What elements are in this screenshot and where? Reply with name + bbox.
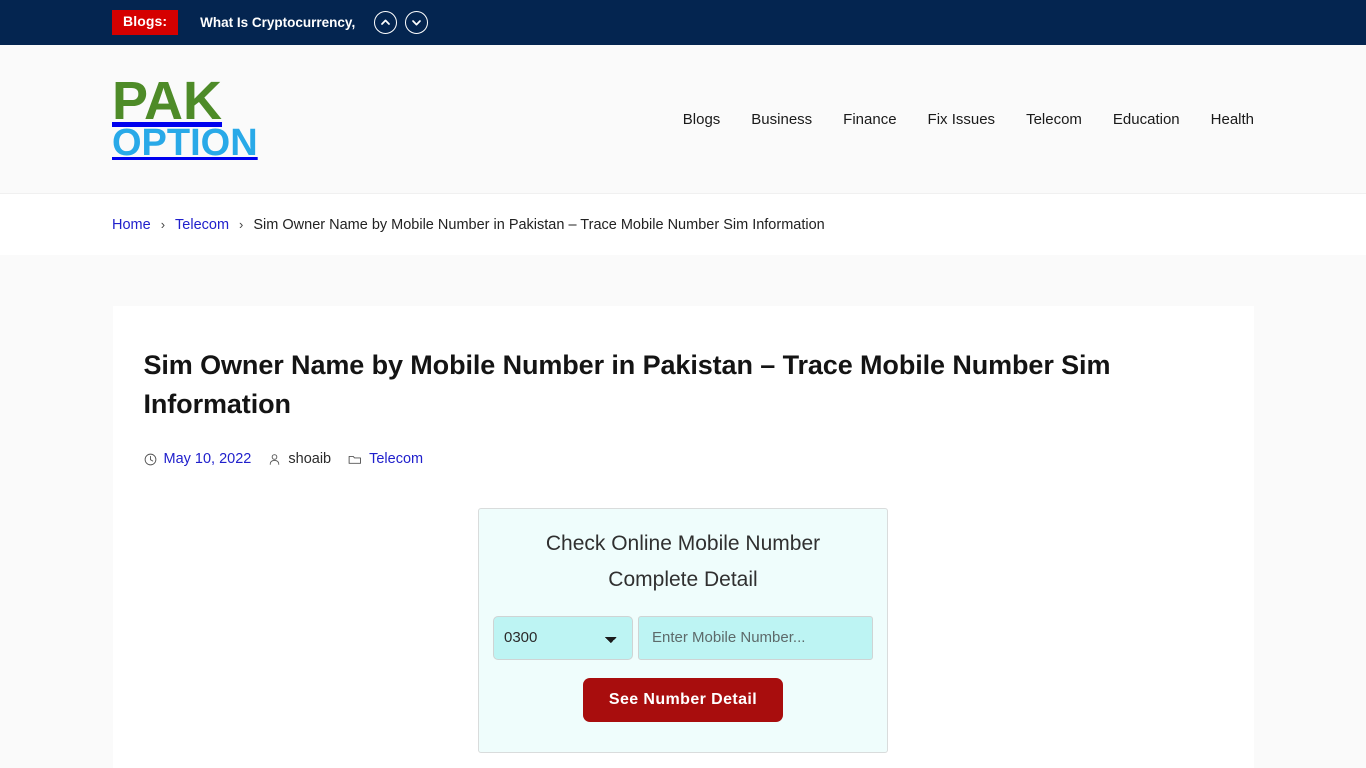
breadcrumb-item-current: Sim Owner Name by Mobile Number in Pakis… — [253, 216, 825, 233]
nav-item-business[interactable]: Business — [751, 111, 812, 128]
nav-item-fix-issues[interactable]: Fix Issues — [928, 111, 996, 128]
sim-widget-title: Check Online Mobile Number Complete Deta… — [545, 532, 821, 592]
chevron-up-circle-icon[interactable] — [374, 11, 398, 34]
breadcrumb-item-telecom[interactable]: Telecom — [175, 217, 229, 233]
site-logo[interactable]: PAK OPTION — [112, 71, 258, 165]
nav-item-health[interactable]: Health — [1211, 111, 1254, 128]
main-navigation: Blogs Business Finance Fix Issues Teleco… — [683, 111, 1254, 128]
chevron-down-circle-icon[interactable] — [405, 11, 429, 34]
sim-lookup-widget: Check Online Mobile Number Complete Deta… — [478, 508, 888, 753]
post-author: shoaib — [268, 451, 331, 467]
page-body: Sim Owner Name by Mobile Number in Pakis… — [0, 255, 1366, 768]
breadcrumb-separator-icon: › — [160, 217, 166, 232]
announcement-bar: Blogs: What Is Cryptocurrency, — [0, 0, 1366, 45]
site-header: PAK OPTION Blogs Business Finance Fix Is… — [0, 45, 1366, 194]
nav-item-telecom[interactable]: Telecom — [1026, 111, 1082, 128]
breadcrumb: Home › Telecom › Sim Owner Name by Mobil… — [112, 217, 825, 233]
nav-item-education[interactable]: Education — [1113, 111, 1180, 128]
folder-icon — [348, 453, 362, 466]
breadcrumb-separator-icon: › — [239, 217, 244, 232]
post-category[interactable]: Telecom — [348, 451, 423, 467]
clock-icon — [144, 453, 157, 466]
sim-widget-fields: 0300 — [493, 615, 873, 660]
announcement-controls — [374, 11, 429, 34]
network-prefix-select[interactable]: 0300 — [493, 615, 633, 660]
article-card: Sim Owner Name by Mobile Number in Pakis… — [112, 306, 1254, 768]
logo-text-secondary: OPTION — [112, 122, 258, 165]
see-number-detail-button[interactable]: See Number Detail — [582, 677, 784, 722]
mobile-number-input[interactable] — [638, 615, 873, 660]
post-date[interactable]: May 10, 2022 — [144, 451, 252, 467]
breadcrumb-bar: Home › Telecom › Sim Owner Name by Mobil… — [0, 194, 1366, 255]
nav-item-finance[interactable]: Finance — [843, 111, 896, 128]
page-title: Sim Owner Name by Mobile Number in Pakis… — [143, 350, 1111, 420]
logo-text-primary: PAK — [112, 71, 223, 132]
post-meta: May 10, 2022 shoaib Telecom — [144, 451, 1223, 467]
post-category-label[interactable]: Telecom — [369, 451, 423, 467]
user-icon — [268, 453, 281, 466]
post-author-label: shoaib — [288, 451, 332, 468]
nav-item-blogs[interactable]: Blogs — [683, 111, 721, 128]
announcement-ticker-text[interactable]: What Is Cryptocurrency, — [200, 15, 355, 30]
announcement-badge: Blogs: — [112, 10, 179, 35]
post-date-label[interactable]: May 10, 2022 — [164, 451, 252, 467]
breadcrumb-item-home[interactable]: Home — [112, 217, 151, 233]
